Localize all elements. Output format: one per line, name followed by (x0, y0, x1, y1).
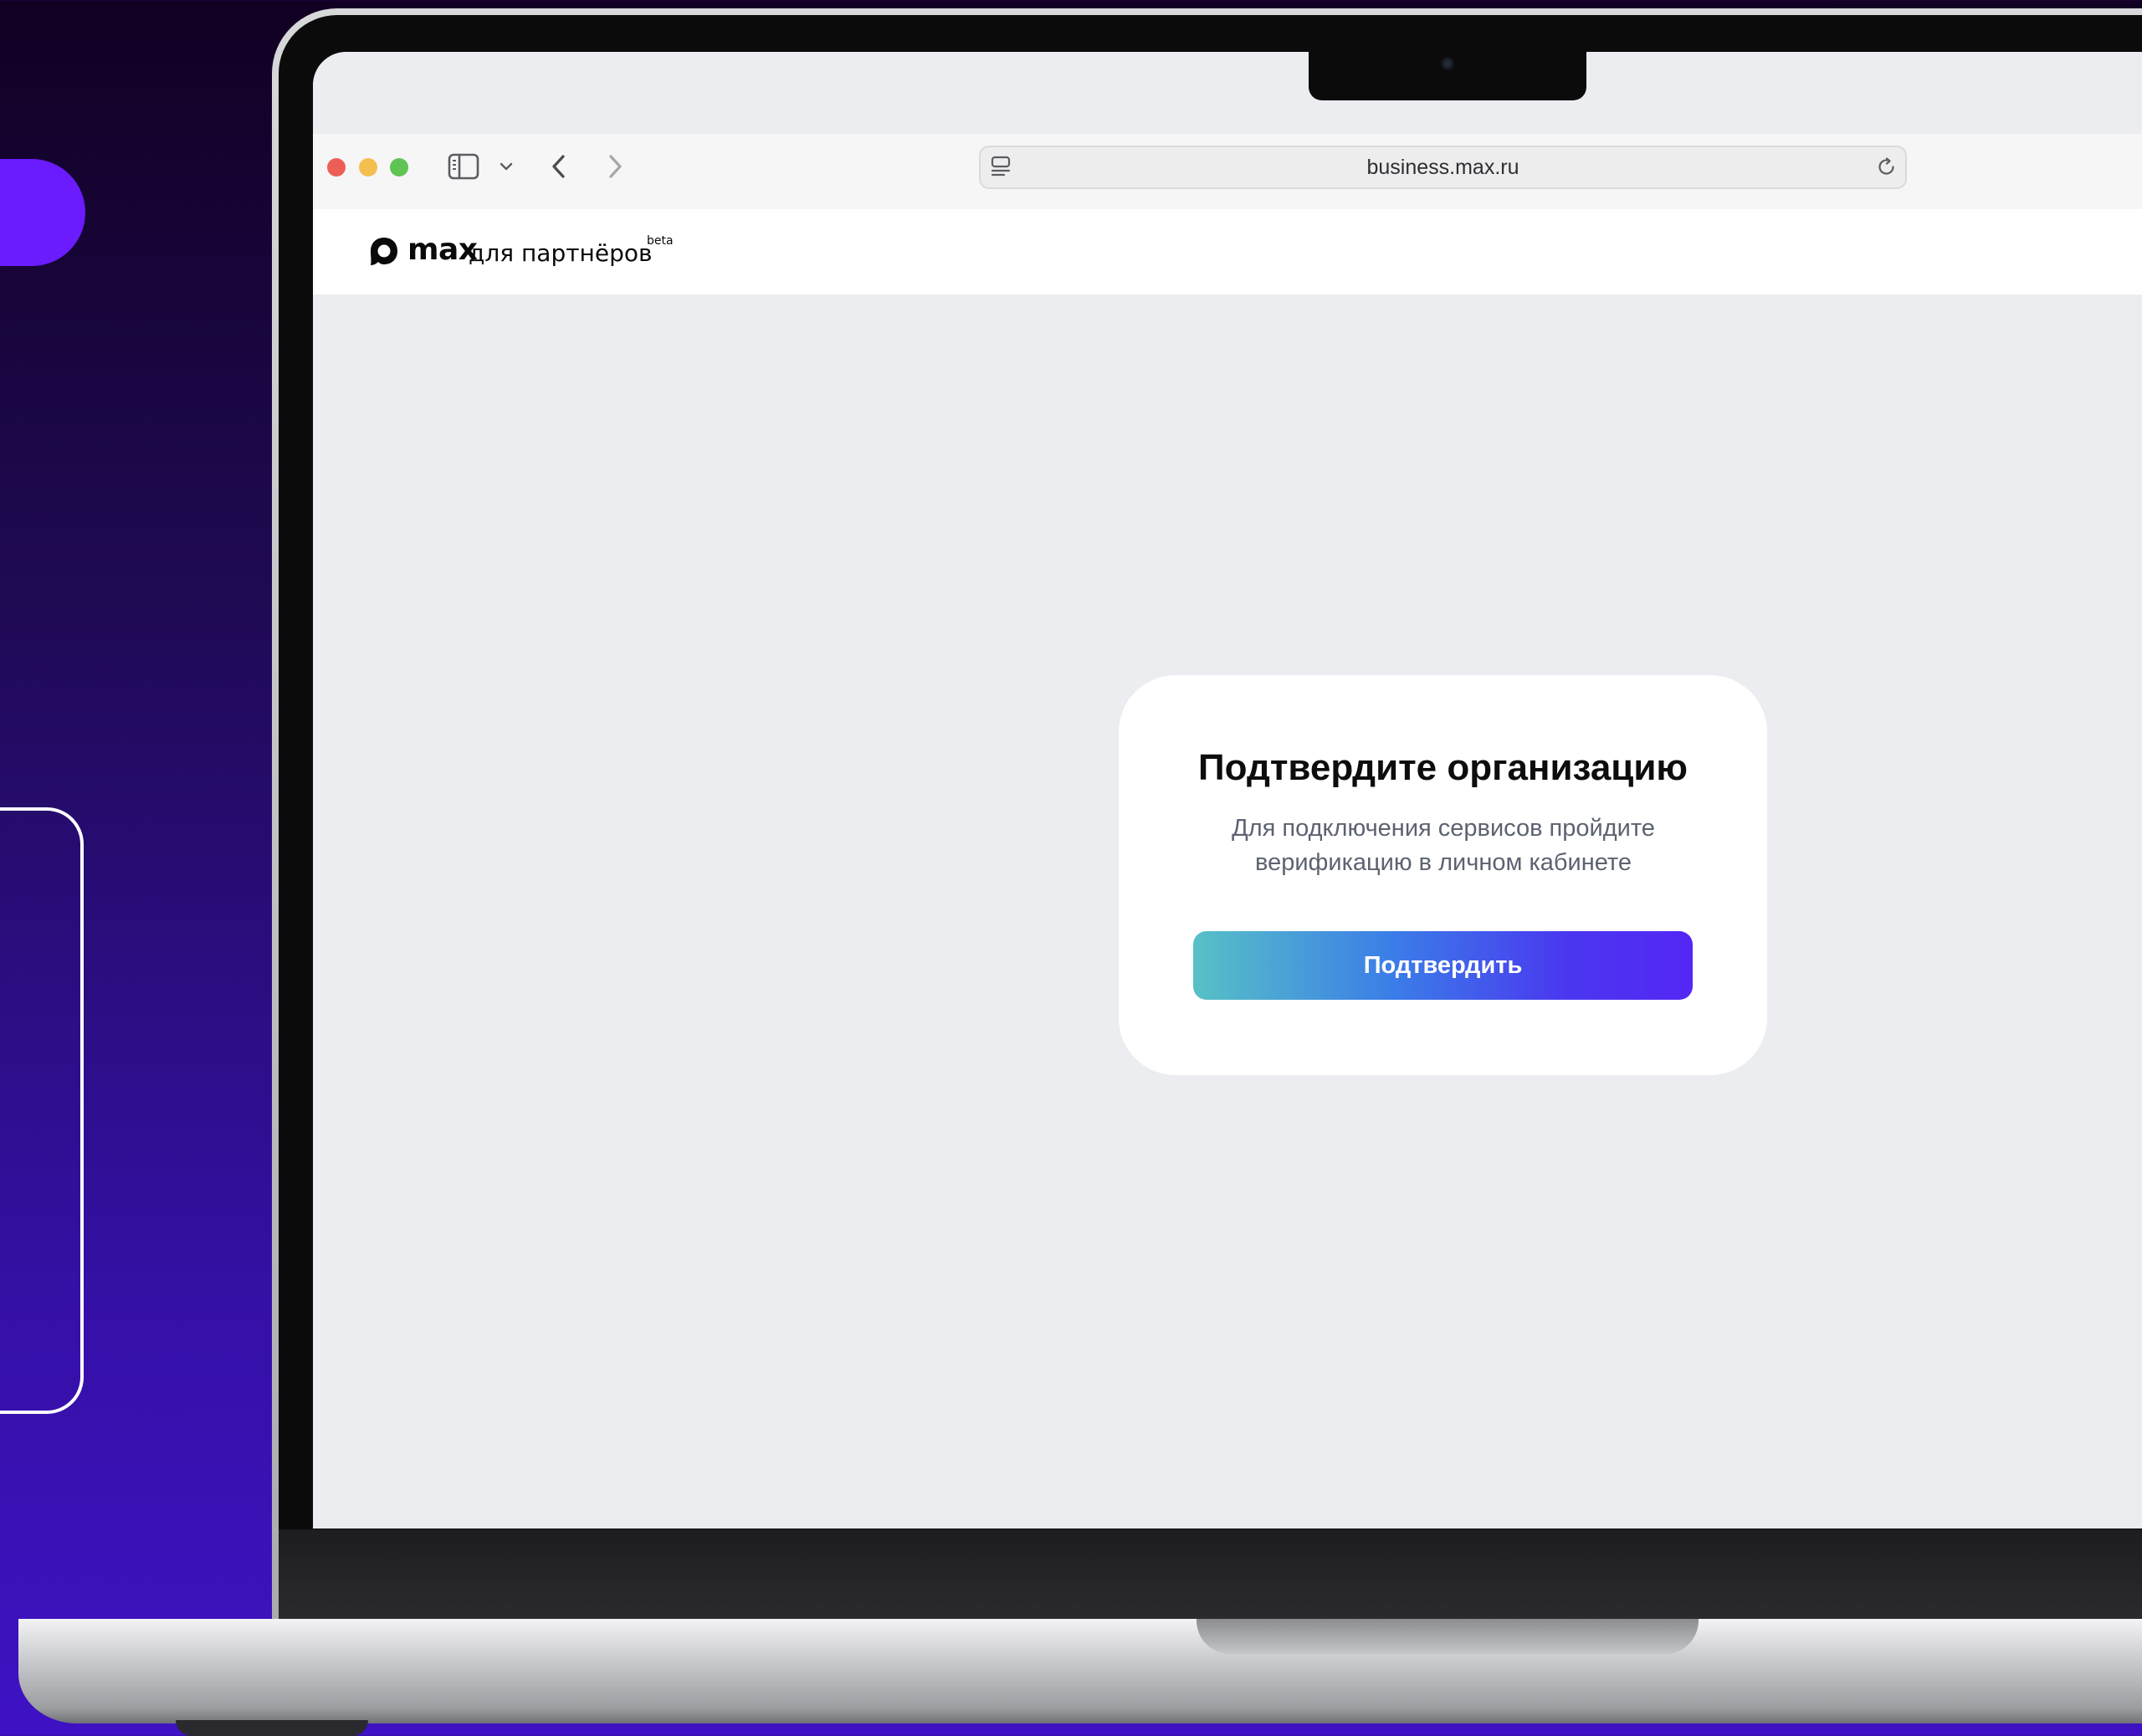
back-arrow-icon[interactable] (548, 152, 570, 181)
card-description-line-2: верификацию в личном кабинете (1254, 849, 1632, 876)
laptop-chin (279, 1529, 2142, 1619)
laptop-base (18, 1619, 2142, 1723)
card-description: Для подключения сервисов пройдите верифи… (1188, 812, 1699, 880)
address-bar-url[interactable]: business.max.ru (979, 146, 1907, 189)
zoom-window-button[interactable] (390, 158, 408, 177)
card-description-line-1: Для подключения сервисов пройдите (1232, 815, 1655, 842)
confirm-button[interactable]: Подтвердить (1193, 931, 1693, 1000)
logo-subtitle: для партнёров (469, 239, 653, 267)
minimize-window-button[interactable] (359, 158, 377, 177)
menu-bar-area (313, 52, 2142, 134)
close-window-button[interactable] (327, 158, 346, 177)
decorative-pill-shape (0, 159, 85, 266)
laptop-opening-lip (1197, 1619, 1699, 1654)
chevron-down-icon[interactable] (499, 159, 514, 174)
forward-arrow-icon[interactable] (604, 152, 626, 181)
sidebar-toggle-icon[interactable] (448, 153, 479, 180)
logo-wordmark[interactable]: max (407, 233, 478, 267)
camera-icon (1441, 57, 1454, 70)
beta-badge: beta (647, 234, 674, 248)
decorative-outline-shape (0, 807, 84, 1414)
reload-icon[interactable] (1876, 156, 1898, 178)
laptop-foot (176, 1720, 368, 1736)
card-title: Подтвердите организацию (1198, 747, 1688, 788)
max-logo-icon[interactable] (369, 236, 399, 268)
